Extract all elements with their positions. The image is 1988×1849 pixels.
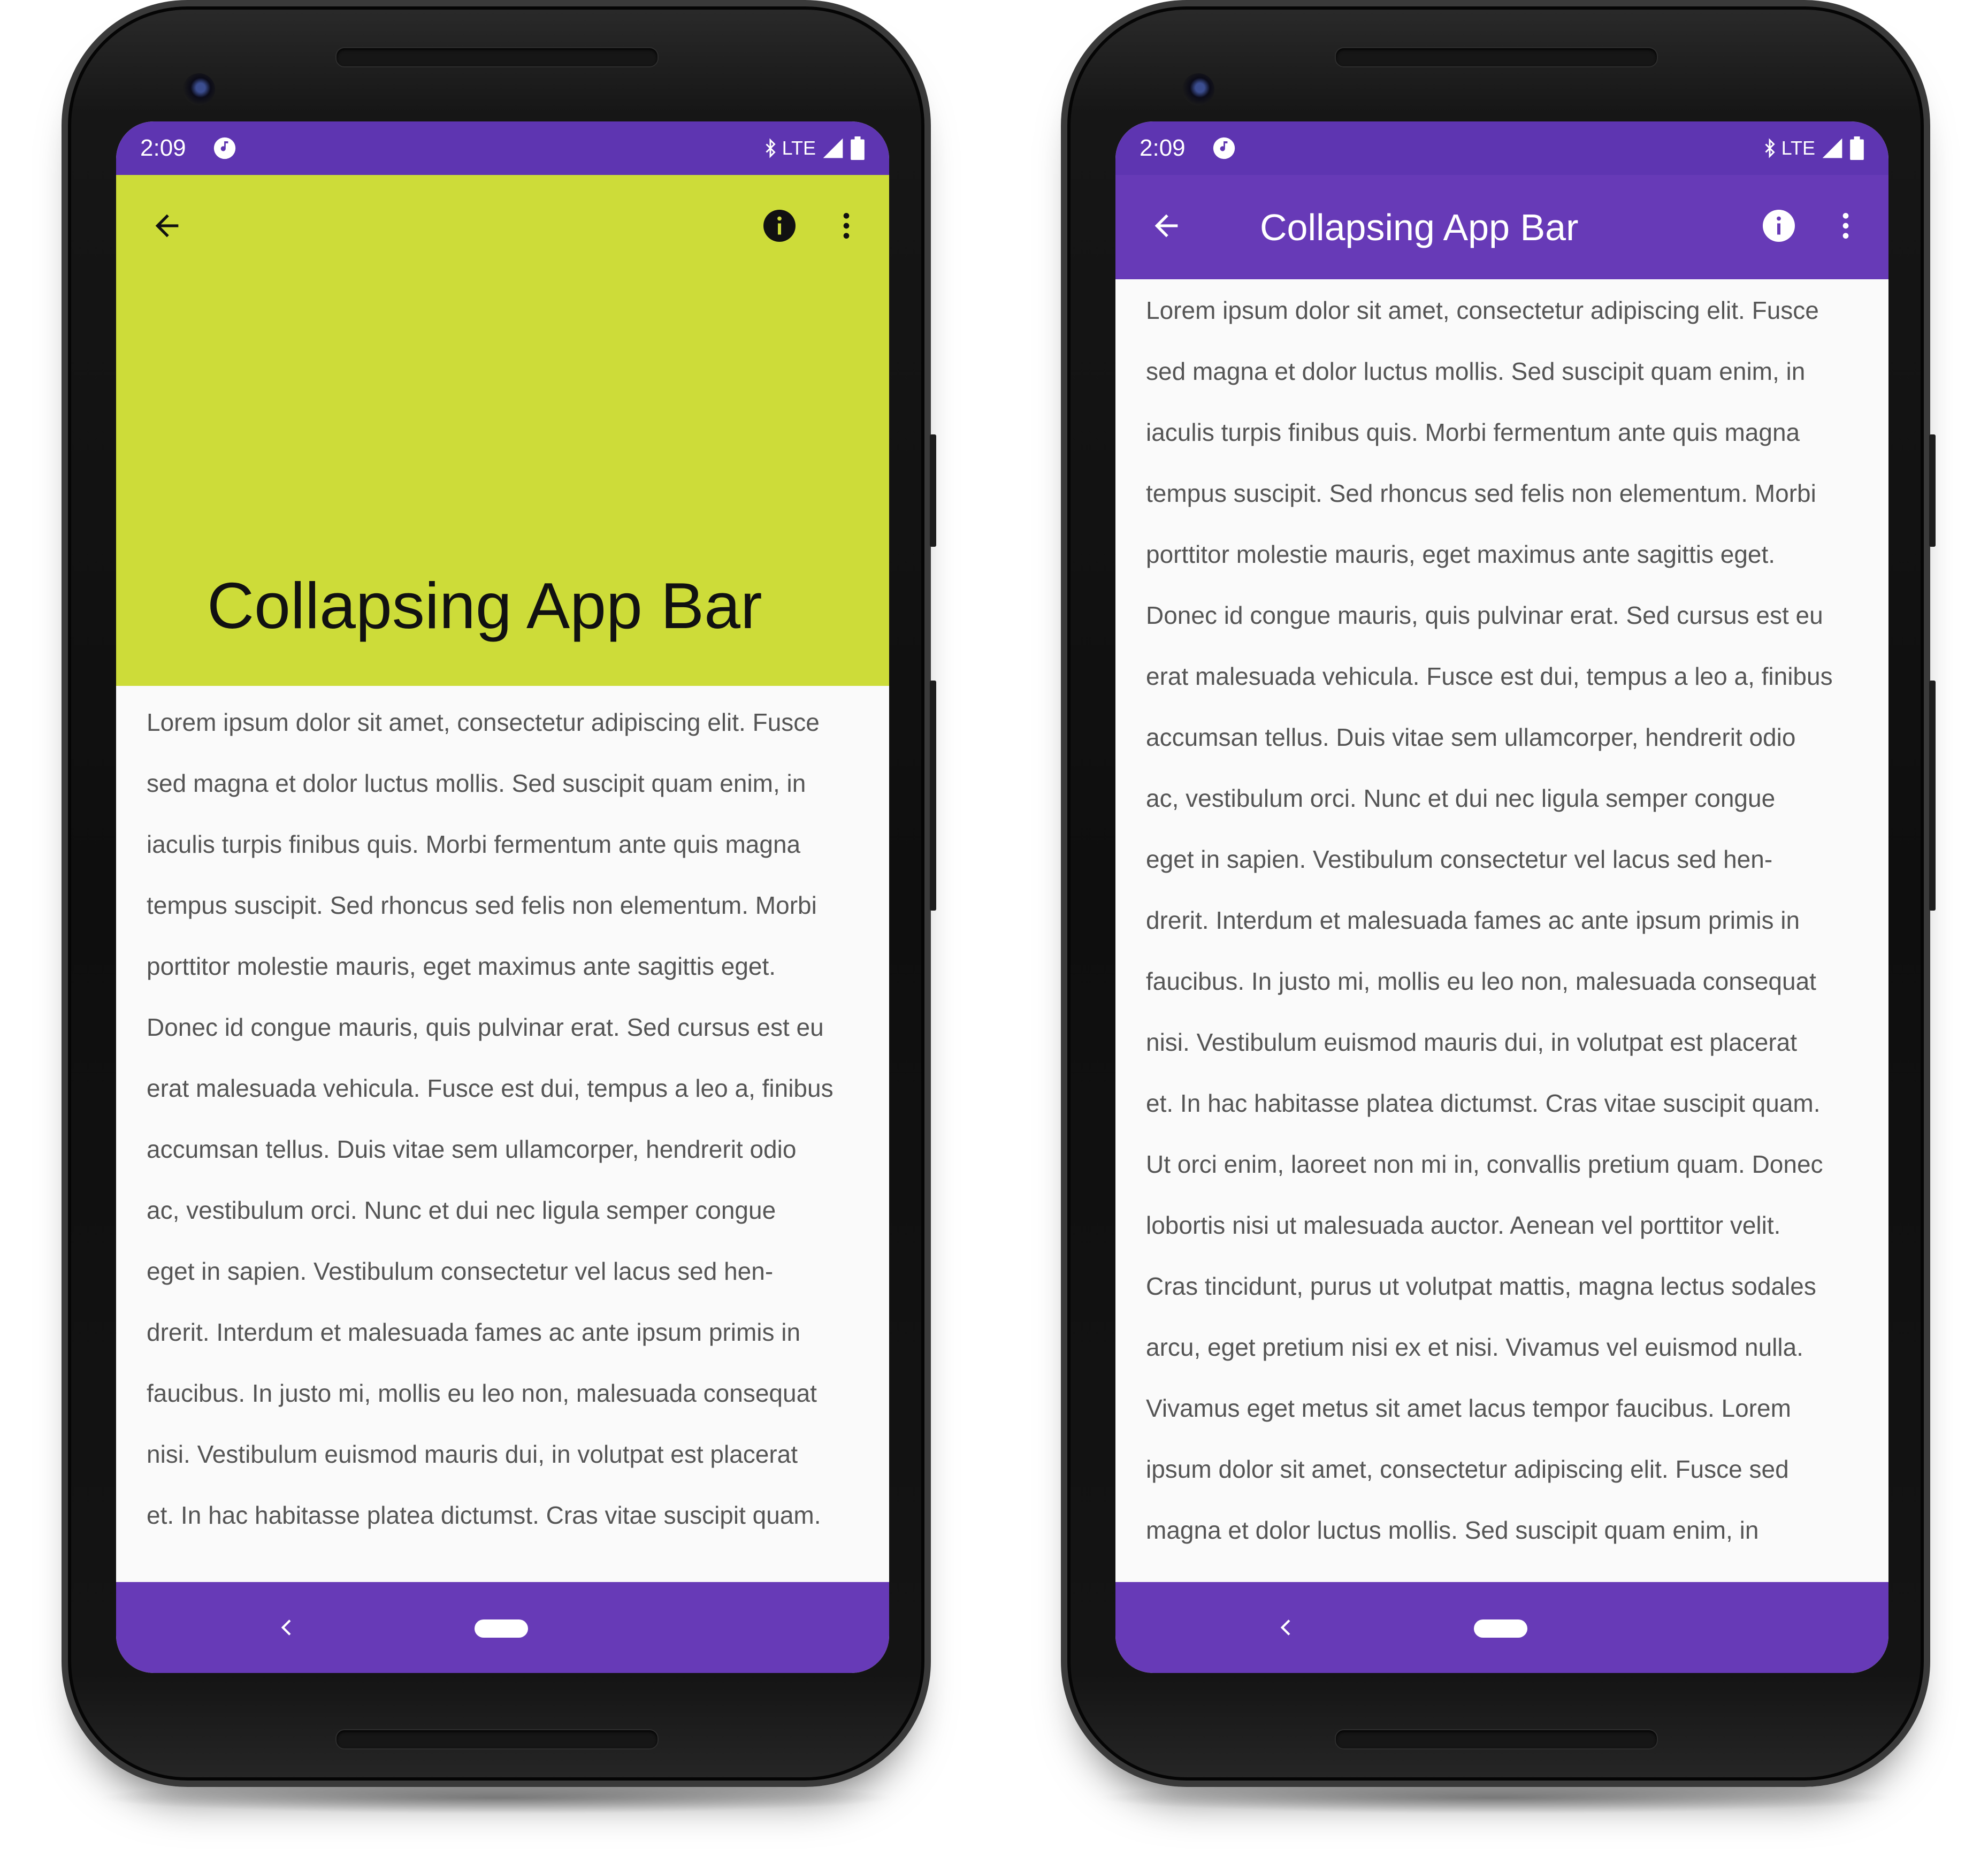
body-text-line: et. In hac habitasse platea dictumst. Cr… [1146,1089,1821,1117]
volume-rocker [1929,681,1936,911]
home-pill-icon[interactable] [475,1619,528,1638]
body-text-line: ipsum dolor sit amet, consectetur adipis… [1146,1455,1789,1483]
screen-expanded: 2:09 LTE Collapsing App Bar Lorem ipsum … [116,121,889,1673]
body-text-line: iaculis turpis finibus quis. Morbi ferme… [147,830,801,858]
system-nav-bar [1115,1582,1888,1673]
earpiece-speaker [1335,47,1658,67]
body-text-line: drerit. Interdum et malesuada fames ac a… [147,1318,801,1346]
power-button [1929,434,1936,547]
body-text-line: faucibus. In justo mi, mollis eu leo non… [147,1379,817,1407]
body-text-line: Cras tincidunt, purus ut volutpat mattis… [1146,1272,1816,1300]
more-vert-icon[interactable] [1824,204,1867,247]
battery-icon [850,136,865,160]
body-text-line: Vivamus eget metus sit amet lacus tempor… [1146,1394,1791,1422]
network-label: LTE [782,137,816,159]
bottom-speaker [1335,1729,1658,1749]
bluetooth-icon [1760,136,1779,160]
body-text-line: eget in sapien. Vestibulum consectetur v… [1146,845,1773,873]
body-text-line: magna et dolor luctus mollis. Sed suscip… [1146,1516,1759,1544]
body-text-line: sed magna et dolor luctus mollis. Sed su… [147,769,806,797]
body-text-line: Donec id congue mauris, quis pulvinar er… [147,1013,824,1041]
body-text-line: drerit. Interdum et malesuada fames ac a… [1146,906,1800,934]
power-button [930,434,936,547]
signal-icon [821,136,845,160]
status-time: 2:09 [140,135,186,161]
body-text-line: sed magna et dolor luctus mollis. Sed su… [1146,357,1806,385]
body-text-line: Ut orci enim, laoreet non mi in, convall… [1146,1150,1823,1178]
body-text-line: porttitor molestie mauris, eget maximus … [147,952,776,980]
body-text-line: ac, vestibulum orci. Nunc et dui nec lig… [147,1196,776,1224]
body-text-line: erat malesuada vehicula. Fusce est dui, … [1146,662,1833,690]
body-text-line: tempus suscipit. Sed rhoncus sed felis n… [1146,479,1816,507]
front-camera [183,73,215,105]
bottom-speaker [335,1729,659,1749]
body-text-line: et. In hac habitasse platea dictumst. Cr… [147,1501,821,1529]
earpiece-speaker [335,47,659,67]
nav-back-icon[interactable] [271,1611,303,1644]
body-text-line: faucibus. In justo mi, mollis eu leo non… [1146,967,1816,995]
body-text-line: eget in sapien. Vestibulum consectetur v… [147,1257,774,1285]
bluetooth-icon [761,136,780,160]
body-text-line: nisi. Vestibulum euismod mauris dui, in … [1146,1028,1798,1056]
body-text-line: nisi. Vestibulum euismod mauris dui, in … [147,1440,798,1468]
home-pill-icon[interactable] [1474,1619,1527,1638]
back-arrow-icon[interactable] [146,204,188,247]
system-nav-bar [116,1582,889,1673]
body-text-line: tempus suscipit. Sed rhoncus sed felis n… [147,891,817,919]
back-arrow-icon[interactable] [1145,204,1188,247]
status-time: 2:09 [1140,135,1186,161]
toolbar [116,175,889,279]
body-text-line: Lorem ipsum dolor sit amet, consectetur … [147,708,820,736]
front-camera [1182,73,1214,105]
signal-icon [1821,136,1844,160]
phone-frame-expanded: 2:09 LTE Collapsing App Bar Lorem ipsum … [62,0,936,1787]
body-text-line: ac, vestibulum orci. Nunc et dui nec lig… [1146,784,1776,812]
music-note-icon [213,136,236,160]
phone-frame-collapsed: Lorem ipsum dolor sit amet, consectetur … [1061,0,1936,1787]
app-bar-collapsed: Collapsing App Bar [1115,175,1888,279]
body-text-line: Lorem ipsum dolor sit amet, consectetur … [1146,296,1819,324]
battery-icon [1849,136,1864,160]
body-text-line: accumsan tellus. Duis vitae sem ullamcor… [1146,723,1796,751]
app-bar-title: Collapsing App Bar [1260,207,1579,248]
more-vert-icon[interactable] [825,204,868,247]
screen-collapsed: Lorem ipsum dolor sit amet, consectetur … [1115,121,1888,1673]
scroll-content[interactable]: Lorem ipsum dolor sit amet, consectetur … [1146,280,1862,1561]
body-text-line: iaculis turpis finibus quis. Morbi ferme… [1146,418,1800,446]
app-bar-title: Collapsing App Bar [207,569,762,642]
volume-rocker [930,681,936,911]
body-text-line: erat malesuada vehicula. Fusce est dui, … [147,1074,834,1102]
music-note-icon [1212,136,1236,160]
body-text-line: arcu, eget pretium nisi ex et nisi. Viva… [1146,1333,1803,1361]
status-bar: 2:09 LTE [1115,121,1888,175]
status-bar: 2:09 LTE [116,121,889,175]
body-text-line: Donec id congue mauris, quis pulvinar er… [1146,601,1823,629]
info-icon[interactable] [758,204,801,247]
scroll-content[interactable]: Lorem ipsum dolor sit amet, consectetur … [147,692,862,1546]
nav-back-icon[interactable] [1271,1611,1303,1644]
body-text-line: accumsan tellus. Duis vitae sem ullamcor… [147,1135,797,1163]
body-text-line: porttitor molestie mauris, eget maximus … [1146,540,1776,568]
body-text-line: lobortis nisi ut malesuada auctor. Aenea… [1146,1211,1781,1239]
network-label: LTE [1781,137,1815,159]
info-icon[interactable] [1757,204,1800,247]
